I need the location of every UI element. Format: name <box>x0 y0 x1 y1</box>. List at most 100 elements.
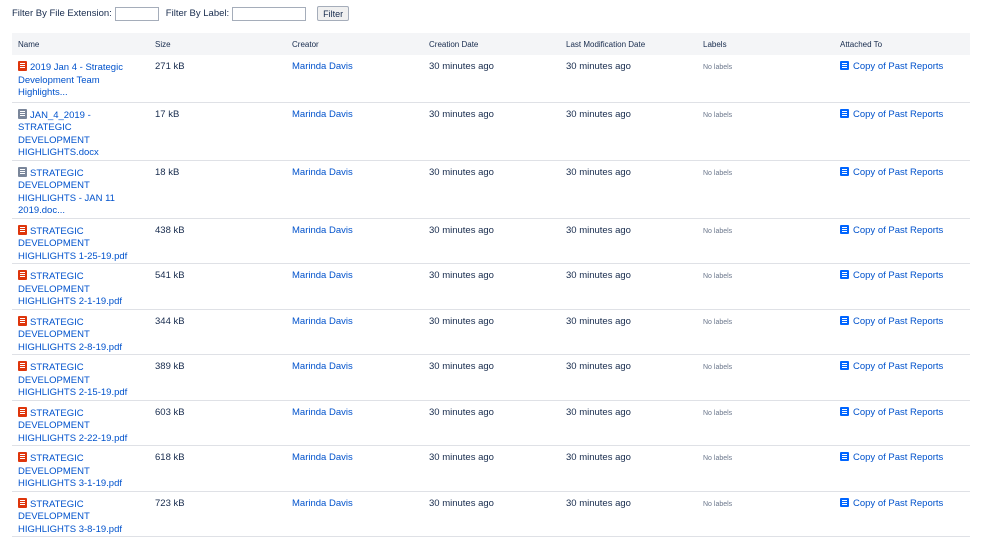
file-name-line: DEVELOPMENT <box>18 134 90 146</box>
file-name-link[interactable]: STRATEGIC DEVELOPMENT HIGHLIGHTS 2-15-19.… <box>18 361 143 400</box>
word-document-icon <box>18 108 27 119</box>
file-size-cell: 438 kB <box>149 218 286 264</box>
creator-link[interactable]: Marinda Davis <box>292 407 353 418</box>
column-header-name[interactable]: Name <box>12 33 149 55</box>
file-name-link[interactable]: STRATEGIC DEVELOPMENT HIGHLIGHTS 2-22-19.… <box>18 406 143 446</box>
attached-to-cell: Copy of Past Reports <box>834 400 970 446</box>
modification-date-cell: 30 minutes ago <box>560 445 697 492</box>
attached-to-cell: Copy of Past Reports <box>834 55 970 103</box>
table-row: STRATEGIC DEVELOPMENT HIGHLIGHTS - JAN 11… <box>12 160 970 219</box>
table-row: 2019 Jan 4 - Strategic Development Team Hi… <box>12 55 970 103</box>
attached-to-link[interactable]: Copy of Past Reports <box>840 452 943 463</box>
column-header-labels[interactable]: Labels <box>697 33 834 55</box>
creator-link[interactable]: Marinda Davis <box>292 316 353 327</box>
attached-to-link[interactable]: Copy of Past Reports <box>840 497 943 509</box>
attached-to-link[interactable]: Copy of Past Reports <box>840 224 944 236</box>
creation-date: 30 minutes ago <box>429 61 494 72</box>
labels-text-cell: No labels <box>697 102 834 161</box>
creator-link[interactable]: Marinda Davis <box>292 452 353 463</box>
file-size-cell: 344 kB <box>149 309 286 355</box>
creator-link[interactable]: Marinda Davis <box>292 361 353 372</box>
labels-text: No labels <box>703 111 733 119</box>
creator-link[interactable]: Marinda Davis <box>292 61 353 72</box>
attached-to-label: Copy of Past Reports <box>853 61 944 72</box>
file-name-line: STRATEGIC DEVELOPMENT <box>18 453 90 477</box>
table-row: STRATEGIC DEVELOPMENT HIGHLIGHTS 3-8-19.p… <box>12 491 970 537</box>
creator-link-cell: Marinda Davis <box>286 354 423 401</box>
creator-link[interactable]: Marinda Davis <box>292 225 353 236</box>
column-header-creation-date[interactable]: Creation Date <box>423 33 560 55</box>
labels-text-cell: No labels <box>697 400 834 446</box>
attached-to-label: Copy of Past Reports <box>853 270 944 281</box>
creation-date: 30 minutes ago <box>429 108 494 120</box>
file-name-link[interactable]: STRATEGIC DEVELOPMENT HIGHLIGHTS 3-1-19.p… <box>18 452 143 491</box>
file-size-cell: 618 kB <box>149 445 286 492</box>
filter-label-input[interactable] <box>232 6 307 21</box>
creator-link[interactable]: Marinda Davis <box>292 498 353 509</box>
creator-link[interactable]: Marinda Davis <box>292 109 353 120</box>
labels-text: No labels <box>703 64 733 71</box>
attached-to-link[interactable]: Copy of Past Reports <box>840 270 943 281</box>
confluence-page-icon <box>840 224 849 234</box>
file-name-line: STRATEGIC DEVELOPMENT <box>18 167 90 192</box>
labels-text-cell: No labels <box>697 263 834 310</box>
labels-text-cell: No labels <box>697 309 834 355</box>
file-name-link[interactable]: 2019 Jan 4 - Strategic Development Team Hi… <box>18 61 143 100</box>
creator-link[interactable]: Marinda Davis <box>292 270 353 281</box>
attached-to-link[interactable]: Copy of Past Reports <box>840 108 944 120</box>
file-name-link[interactable]: STRATEGIC DEVELOPMENT HIGHLIGHTS 3-8-19.p… <box>18 497 143 537</box>
modification-date-cell: 30 minutes ago <box>560 160 697 219</box>
filter-extension-input[interactable] <box>114 6 159 21</box>
attached-to-label: Copy of Past Reports <box>853 224 944 236</box>
attached-to-link[interactable]: Copy of Past Reports <box>840 166 944 178</box>
pdf-file-icon <box>18 61 27 71</box>
attached-to-label: Copy of Past Reports <box>853 166 944 178</box>
filter-button[interactable]: Filter <box>317 6 350 21</box>
labels-text: No labels <box>703 455 733 462</box>
modification-date-cell: 30 minutes ago <box>560 354 697 401</box>
creator-link-cell: Marinda Davis <box>286 102 423 161</box>
labels-text-cell: No labels <box>697 491 834 537</box>
file-name-line: HIGHLIGHTS 2-1-19.pdf <box>18 296 123 307</box>
modification-date: 30 minutes ago <box>566 452 631 463</box>
file-size: 18 kB <box>155 166 180 178</box>
creation-date: 30 minutes ago <box>429 315 494 327</box>
attached-to-cell: Copy of Past Reports <box>834 160 970 219</box>
file-name-link[interactable]: STRATEGIC DEVELOPMENT HIGHLIGHTS 2-1-19.p… <box>18 270 143 309</box>
attached-to-cell: Copy of Past Reports <box>834 445 970 492</box>
file-size-cell: 18 kB <box>149 160 286 219</box>
confluence-page-icon <box>840 452 849 461</box>
attached-to-link[interactable]: Copy of Past Reports <box>840 61 943 72</box>
confluence-page-icon <box>840 361 849 370</box>
column-header-attached-to[interactable]: Attached To <box>834 33 970 55</box>
attached-to-link[interactable]: Copy of Past Reports <box>840 361 943 372</box>
creator-link-cell: Marinda Davis <box>286 309 423 355</box>
attached-to-cell: Copy of Past Reports <box>834 309 970 355</box>
attached-to-link[interactable]: Copy of Past Reports <box>840 406 943 418</box>
labels-text-cell: No labels <box>697 445 834 492</box>
file-name-cell: STRATEGIC DEVELOPMENT HIGHLIGHTS 2-22-19.… <box>12 400 149 446</box>
modification-date: 30 minutes ago <box>566 224 631 236</box>
creator-link-cell: Marinda Davis <box>286 445 423 492</box>
creator-link-cell: Marinda Davis <box>286 263 423 310</box>
file-name-link[interactable]: STRATEGIC DEVELOPMENT HIGHLIGHTS 2-8-19.p… <box>18 315 143 355</box>
creator-link[interactable]: Marinda Davis <box>292 167 353 178</box>
attached-to-label: Copy of Past Reports <box>853 108 944 120</box>
creation-date-cell: 30 minutes ago <box>423 400 560 446</box>
file-name-link[interactable]: STRATEGIC DEVELOPMENT HIGHLIGHTS 1-25-19.… <box>18 224 143 264</box>
file-name-link[interactable]: JAN_4_2019 - STRATEGIC DEVELOPMENT HIGHLIG… <box>18 108 143 160</box>
attached-to-link[interactable]: Copy of Past Reports <box>840 315 943 327</box>
column-header-size[interactable]: Size <box>149 33 286 55</box>
creator-link-cell: Marinda Davis <box>286 400 423 446</box>
modification-date-cell: 30 minutes ago <box>560 400 697 446</box>
column-header-creator[interactable]: Creator <box>286 33 423 55</box>
labels-text: No labels <box>703 318 733 326</box>
creation-date-cell: 30 minutes ago <box>423 263 560 310</box>
creation-date: 30 minutes ago <box>429 452 494 463</box>
column-header-modification-date[interactable]: Last Modification Date <box>560 33 697 55</box>
table-header-row: Name Size Creator Creation Date Last Mod… <box>12 33 970 55</box>
file-name-link[interactable]: STRATEGIC DEVELOPMENT HIGHLIGHTS - JAN 11… <box>18 166 143 218</box>
labels-text-cell: No labels <box>697 218 834 264</box>
labels-text-cell: No labels <box>697 160 834 219</box>
creation-date: 30 minutes ago <box>429 166 494 178</box>
